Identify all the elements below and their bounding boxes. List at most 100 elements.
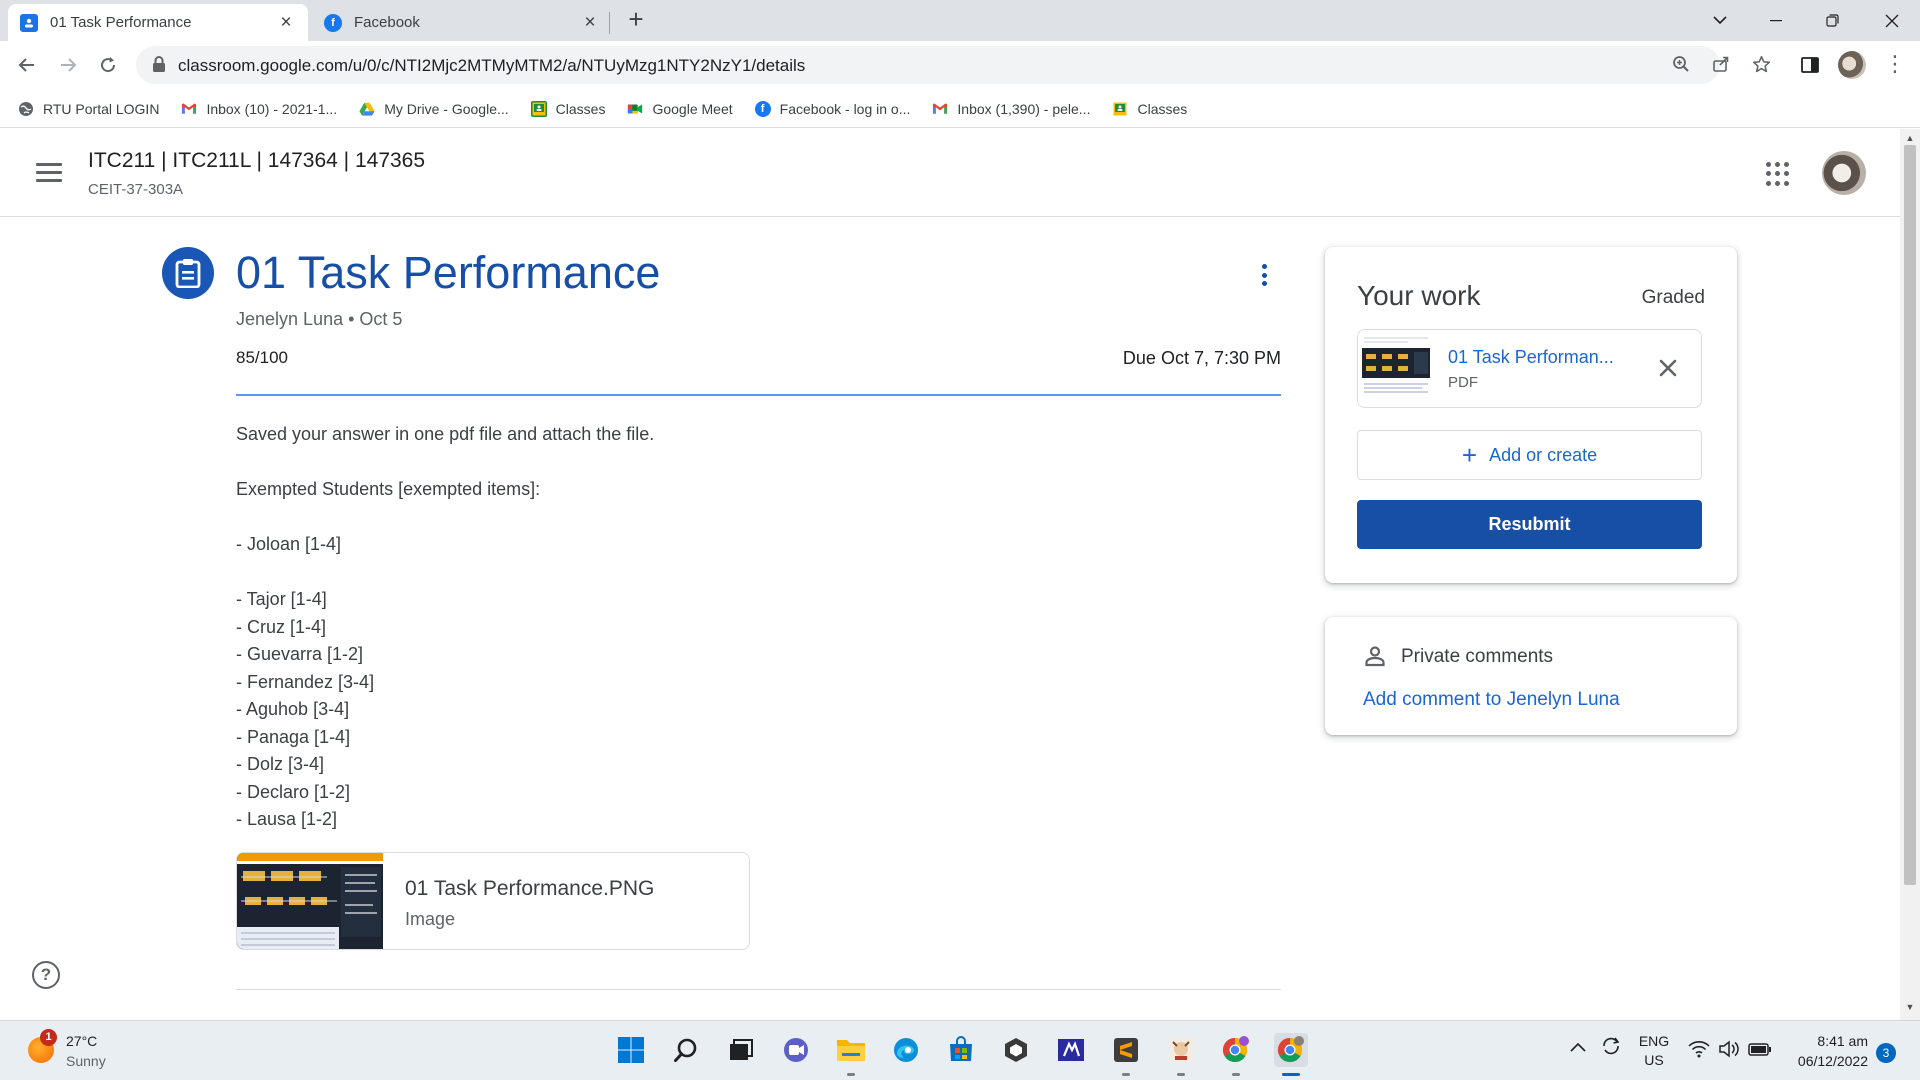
tab-task-performance[interactable]: 01 Task Performance × <box>8 4 308 41</box>
scroll-down-arrow-icon[interactable]: ▼ <box>1904 1002 1916 1014</box>
attachment-name[interactable]: 01 Task Performance.PNG <box>405 877 654 901</box>
submitted-file[interactable]: 01 Task Performan... PDF <box>1357 329 1702 408</box>
work-status-badge: Graded <box>1641 287 1705 308</box>
bookmark-star-icon[interactable] <box>1750 55 1772 77</box>
sublime-text-icon[interactable] <box>1109 1033 1143 1067</box>
url-text[interactable]: classroom.google.com/u/0/c/NTI2Mjc2MTMyM… <box>178 56 805 76</box>
close-tab-icon[interactable]: × <box>276 12 296 34</box>
language-indicator[interactable]: ENG US <box>1636 1033 1672 1068</box>
start-button[interactable] <box>614 1033 648 1067</box>
visual-studio-icon[interactable] <box>1054 1033 1088 1067</box>
new-tab-button[interactable]: + <box>622 6 650 34</box>
help-icon[interactable]: ? <box>32 961 60 989</box>
close-icon[interactable] <box>1654 354 1682 382</box>
tab-facebook[interactable]: f Facebook × <box>312 4 612 41</box>
game-app-icon[interactable] <box>1164 1033 1198 1067</box>
assignment-icon <box>162 247 214 299</box>
bookmark-classes-2[interactable]: Classes <box>1112 101 1187 117</box>
submitted-file-type: PDF <box>1448 374 1478 391</box>
chrome-profile-2-icon[interactable] <box>1219 1033 1253 1067</box>
weather-condition: Sunny <box>66 1053 106 1069</box>
bookmark-my-drive[interactable]: My Drive - Google... <box>359 101 509 117</box>
resubmit-button[interactable]: Resubmit <box>1357 500 1702 549</box>
bookmark-classes-1[interactable]: Classes <box>530 100 605 117</box>
show-hidden-icons-icon[interactable] <box>1570 1039 1586 1055</box>
task-view-icon[interactable] <box>724 1033 758 1067</box>
bookmark-inbox-2[interactable]: Inbox (1,390) - pele... <box>932 101 1090 117</box>
more-options-icon[interactable] <box>1256 261 1272 289</box>
bookmark-rtu-portal[interactable]: RTU Portal LOGIN <box>18 101 159 117</box>
reload-button[interactable] <box>92 49 124 81</box>
windows-taskbar: 1 27°C Sunny ENG US 8:41 am 06/12/2022 3 <box>0 1020 1920 1080</box>
globe-icon <box>18 101 34 117</box>
chrome-menu-icon[interactable]: ⋮ <box>1884 51 1906 79</box>
side-panel-icon[interactable] <box>1800 55 1820 75</box>
your-work-title: Your work <box>1357 280 1481 311</box>
chat-icon[interactable] <box>779 1033 813 1067</box>
tab-search-icon[interactable] <box>1692 0 1748 41</box>
class-title[interactable]: ITC211 | ITC211L | 147364 | 147365 <box>88 149 425 173</box>
classroom-page: ITC211 | ITC211L | 147364 | 147365 CEIT-… <box>0 129 1900 1020</box>
assignment-points: 85/100 <box>236 348 288 367</box>
clock-date[interactable]: 06/12/2022 <box>1778 1053 1868 1069</box>
header-divider <box>236 394 1281 396</box>
scroll-up-arrow-icon[interactable]: ▲ <box>1904 133 1916 145</box>
class-section: CEIT-37-303A <box>88 181 184 198</box>
assignment-due-date: Due Oct 7, 7:30 PM <box>1122 348 1281 368</box>
share-icon[interactable] <box>1710 55 1732 77</box>
close-tab-icon[interactable]: × <box>580 12 600 34</box>
classroom-icon <box>530 100 547 117</box>
store-icon[interactable] <box>944 1033 978 1067</box>
add-comment-link[interactable]: Add comment to Jenelyn Luna <box>1363 689 1620 711</box>
chrome-profile-avatar[interactable] <box>1838 51 1866 79</box>
unity-icon[interactable] <box>999 1033 1033 1067</box>
add-or-create-button[interactable]: + Add or create <box>1357 430 1702 480</box>
your-work-card: Your work Graded 01 Task Performan... PD… <box>1325 247 1737 583</box>
restore-button[interactable] <box>1804 0 1860 41</box>
battery-icon[interactable] <box>1748 1041 1772 1060</box>
submitted-file-thumbnail <box>1358 330 1434 407</box>
main-menu-icon[interactable] <box>36 163 62 183</box>
close-window-button[interactable] <box>1864 0 1920 41</box>
volume-icon[interactable] <box>1718 1040 1740 1061</box>
scrollbar-thumb[interactable] <box>1904 145 1916 885</box>
browser-tab-bar: 01 Task Performance × f Facebook × + <box>0 0 1920 41</box>
file-explorer-icon[interactable] <box>834 1033 868 1067</box>
meet-icon <box>627 101 643 117</box>
page-scrollbar[interactable]: ▲ ▼ <box>1900 129 1920 1020</box>
private-comments-title: Private comments <box>1401 646 1554 667</box>
assignment-attachment[interactable]: 01 Task Performance.PNG Image <box>236 852 750 950</box>
search-icon[interactable] <box>669 1033 703 1067</box>
chrome-icon[interactable] <box>1274 1033 1308 1067</box>
tab-title: 01 Task Performance <box>50 14 192 31</box>
bookmark-facebook[interactable]: f Facebook - log in o... <box>754 100 910 117</box>
lock-icon[interactable] <box>152 56 166 73</box>
attachment-type: Image <box>405 909 456 929</box>
bookmark-google-meet[interactable]: Google Meet <box>627 101 733 117</box>
classroom-header: ITC211 | ITC211L | 147364 | 147365 CEIT-… <box>0 129 1900 217</box>
bookmarks-bar: RTU Portal LOGIN Inbox (10) - 2021-1... … <box>0 90 1920 128</box>
content-divider <box>236 989 1281 990</box>
attachment-thumbnail <box>237 853 383 949</box>
weather-temperature: 27°C <box>66 1033 98 1049</box>
plus-icon: + <box>1461 440 1478 470</box>
bookmark-inbox-1[interactable]: Inbox (10) - 2021-1... <box>181 101 337 117</box>
notification-badge[interactable]: 3 <box>1876 1043 1896 1063</box>
address-bar[interactable]: classroom.google.com/u/0/c/NTI2Mjc2MTMyM… <box>136 46 1770 84</box>
sync-icon[interactable] <box>1600 1035 1622 1060</box>
person-icon <box>1365 646 1385 667</box>
facebook-icon: f <box>754 100 771 117</box>
edge-icon[interactable] <box>889 1033 923 1067</box>
minimize-button[interactable] <box>1748 0 1804 41</box>
facebook-icon: f <box>324 13 342 32</box>
private-comments-card: Private comments Add comment to Jenelyn … <box>1325 617 1737 735</box>
google-apps-icon[interactable] <box>1766 162 1790 186</box>
zoom-icon[interactable] <box>1670 55 1692 77</box>
browser-toolbar: classroom.google.com/u/0/c/NTI2Mjc2MTMyM… <box>0 41 1920 90</box>
forward-button[interactable] <box>52 49 84 81</box>
submitted-file-name[interactable]: 01 Task Performan... <box>1448 347 1638 368</box>
back-button[interactable] <box>11 49 43 81</box>
clock-time[interactable]: 8:41 am <box>1778 1033 1868 1049</box>
account-avatar[interactable] <box>1822 151 1866 195</box>
wifi-icon[interactable] <box>1688 1040 1710 1061</box>
